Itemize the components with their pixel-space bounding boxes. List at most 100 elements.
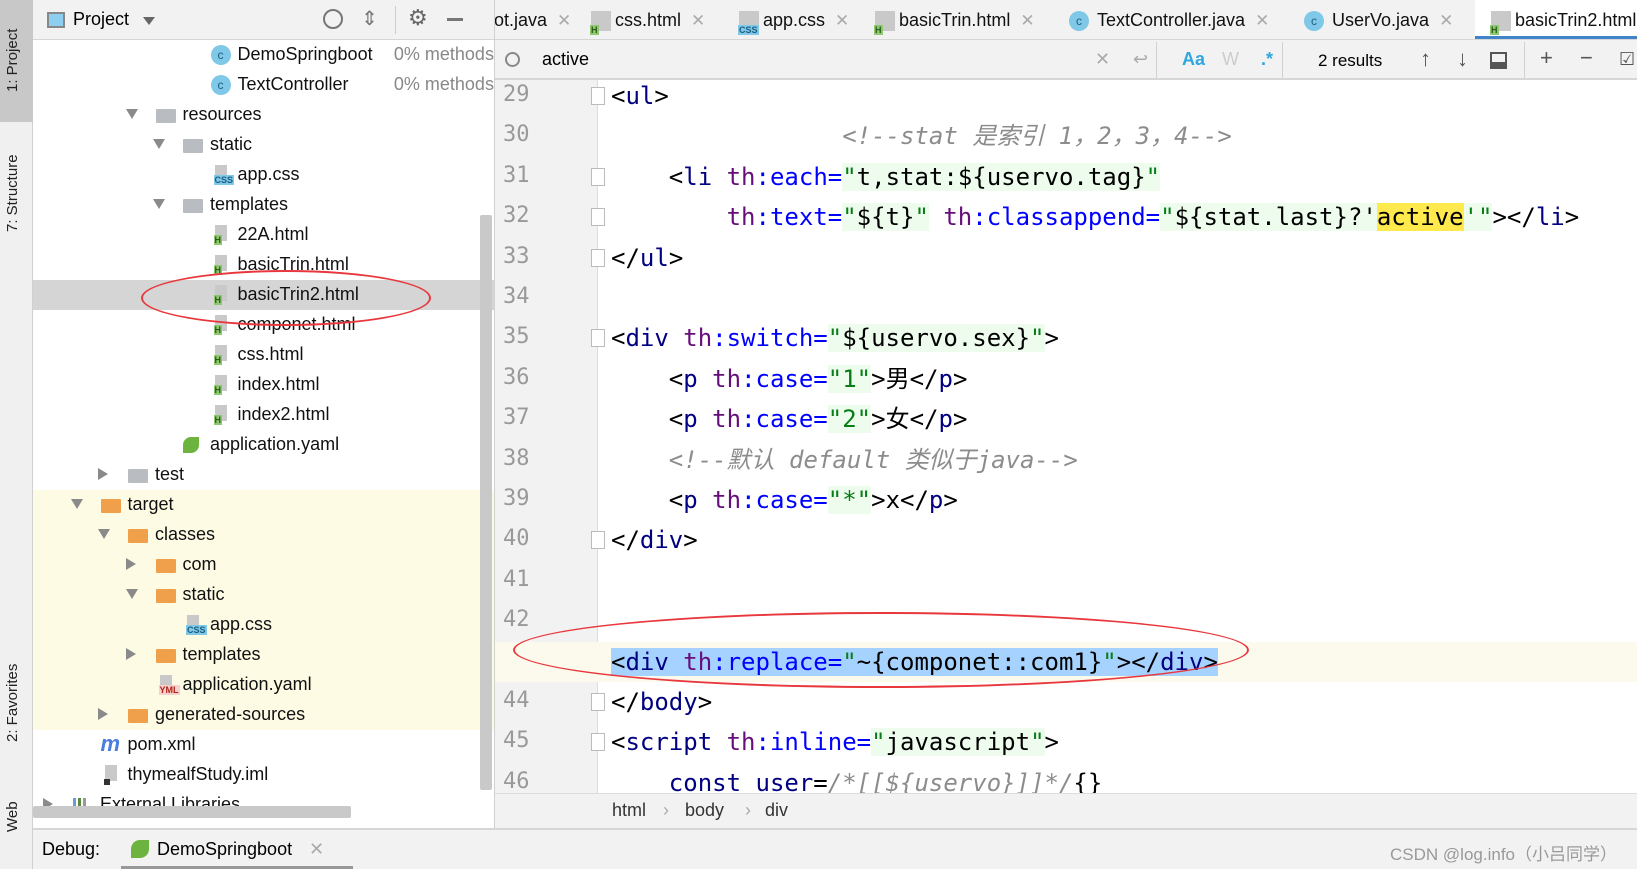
close-icon[interactable]: ✕: [309, 839, 324, 860]
tree-item-com[interactable]: com: [33, 550, 494, 580]
fold-marker-icon[interactable]: [591, 167, 605, 186]
tab-app-css[interactable]: CSS app.css ✕: [723, 0, 861, 39]
code-line[interactable]: const user=/*[[${uservo}]]*/{}: [611, 763, 1103, 793]
tree-item-app-css[interactable]: CSS app.css: [33, 610, 494, 640]
code-line[interactable]: </div>: [611, 520, 698, 560]
expanded-arrow-icon[interactable]: [153, 199, 165, 209]
regex-toggle[interactable]: .*: [1261, 49, 1273, 70]
code-line[interactable]: <!--stat 是索引 1，2，3，4-->: [611, 116, 1232, 156]
hide-icon[interactable]: [447, 18, 463, 21]
remove-occurrence-icon[interactable]: −: [1580, 45, 1593, 71]
select-all-occurrences-icon[interactable]: [1490, 52, 1507, 69]
match-case-toggle[interactable]: Aa: [1182, 49, 1205, 70]
previous-occurrence-icon[interactable]: ↑: [1420, 46, 1431, 72]
code-line[interactable]: <p th:case="2">女</p>: [611, 399, 967, 439]
search-icon[interactable]: [505, 52, 520, 67]
tab-css-html[interactable]: Hcss.html ✕: [575, 0, 717, 39]
expanded-arrow-icon[interactable]: [98, 529, 110, 539]
breadcrumb-separator: ›: [745, 800, 751, 820]
code-editor[interactable]: 293031323334353637383940414243444546 <ul…: [495, 80, 1637, 793]
breadcrumb-html[interactable]: html: [612, 800, 646, 821]
tree-item-css-html[interactable]: Hcss.html: [33, 340, 494, 370]
fold-marker-icon[interactable]: [591, 531, 605, 550]
locate-icon[interactable]: [323, 9, 343, 29]
horizontal-scrollbar[interactable]: [33, 806, 351, 818]
tree-item-label: test: [155, 464, 185, 484]
collapsed-arrow-icon[interactable]: [125, 558, 136, 570]
fold-marker-icon[interactable]: [591, 87, 605, 105]
tab-textcontroller-java[interactable]: c TextController.java ✕: [1057, 0, 1281, 39]
breadcrumb-body[interactable]: body: [685, 800, 724, 821]
close-tab-icon[interactable]: ✕: [691, 11, 705, 30]
tree-item-resources[interactable]: resources: [33, 100, 494, 130]
tree-item-application-yaml[interactable]: YML application.yaml: [33, 670, 494, 700]
collapsed-arrow-icon[interactable]: [98, 468, 108, 480]
debug-session-tab[interactable]: DemoSpringboot ✕: [121, 830, 353, 869]
tab-uservo-java[interactable]: c UserVo.java ✕: [1292, 0, 1465, 39]
fold-marker-icon[interactable]: [591, 329, 605, 348]
tab-basictrin2-html[interactable]: HbasicTrin2.html: [1475, 0, 1637, 39]
expanded-arrow-icon[interactable]: [70, 499, 83, 509]
new-line-icon[interactable]: ↩: [1133, 49, 1148, 70]
gear-icon[interactable]: ⚙: [408, 5, 428, 31]
tree-item-demospringboot[interactable]: c DemoSpringboot 0% methods,: [33, 40, 494, 70]
project-tool-button[interactable]: 1: Project: [4, 29, 21, 92]
tree-item-app-css[interactable]: CSS app.css: [33, 160, 494, 190]
fold-marker-icon[interactable]: [591, 208, 605, 227]
tree-item-templates[interactable]: templates: [33, 640, 494, 670]
chevron-down-icon[interactable]: [143, 17, 155, 25]
toggle-occurrence-icon[interactable]: ☑: [1619, 49, 1635, 70]
tree-item-thymealfstudy-iml[interactable]: thymealfStudy.iml: [33, 760, 494, 790]
add-occurrence-icon[interactable]: +: [1540, 45, 1553, 71]
tree-item-target[interactable]: target: [33, 490, 494, 520]
tree-item-22a-html[interactable]: H 22A.html: [33, 220, 494, 250]
collapsed-arrow-icon[interactable]: [98, 708, 108, 720]
tree-item-index2-html[interactable]: Hindex2.html: [33, 400, 494, 430]
code-line[interactable]: </ul>: [611, 238, 683, 278]
favorites-tool-button[interactable]: 2: Favorites: [4, 664, 21, 742]
close-tab-icon[interactable]: ✕: [1439, 11, 1453, 30]
expanded-arrow-icon[interactable]: [125, 109, 138, 119]
close-tab-icon[interactable]: ✕: [835, 11, 849, 30]
words-toggle[interactable]: W: [1222, 49, 1239, 70]
code-line[interactable]: th:text="${t}" th:classappend="${stat.la…: [611, 197, 1579, 237]
code-line[interactable]: <p th:case="1">男</p>: [611, 359, 967, 399]
clear-search-icon[interactable]: ✕: [1095, 49, 1110, 70]
code-line[interactable]: <!--默认 default 类似于java-->: [611, 440, 1078, 480]
project-view-selector[interactable]: Project: [73, 9, 129, 30]
tree-item-generated-sources[interactable]: generated-sources: [33, 700, 494, 730]
tab-basictrin-html[interactable]: HbasicTrin.html ✕: [859, 0, 1047, 39]
code-line[interactable]: </body>: [611, 682, 712, 722]
code-line[interactable]: <script th:inline="javascript">: [611, 722, 1059, 762]
tree-item-classes[interactable]: classes: [33, 520, 494, 550]
tree-item-static[interactable]: static: [33, 580, 494, 610]
tree-item-test[interactable]: test: [33, 460, 494, 490]
tree-item-static[interactable]: static: [33, 130, 494, 160]
structure-tool-button[interactable]: 7: Structure: [4, 154, 21, 232]
code-line[interactable]: <ul>: [611, 80, 669, 116]
close-tab-icon[interactable]: ✕: [1255, 11, 1269, 30]
tree-item-templates[interactable]: templates: [33, 190, 494, 220]
fold-marker-icon[interactable]: [591, 248, 605, 267]
tree-item-pom-xml[interactable]: m pom.xml: [33, 730, 494, 760]
fold-marker-icon[interactable]: [591, 693, 605, 711]
collapsed-arrow-icon[interactable]: [125, 648, 136, 660]
close-tab-icon[interactable]: ✕: [1020, 11, 1034, 30]
code-line[interactable]: <div th:switch="${uservo.sex}">: [611, 318, 1059, 358]
search-input[interactable]: active: [542, 49, 589, 70]
tree-item-application-yaml[interactable]: application.yaml: [33, 430, 494, 460]
close-tab-icon[interactable]: ✕: [557, 11, 571, 30]
next-occurrence-icon[interactable]: ↓: [1457, 46, 1468, 72]
tree-item-textcontroller[interactable]: c TextController 0% methods, 0%: [33, 70, 494, 100]
tree-item-index-html[interactable]: Hindex.html: [33, 370, 494, 400]
vertical-scrollbar[interactable]: [480, 215, 492, 790]
expanded-arrow-icon[interactable]: [125, 589, 138, 599]
tab-ot-java[interactable]: ot.java ✕: [495, 0, 583, 39]
breadcrumb-div[interactable]: div: [765, 800, 788, 821]
code-line[interactable]: <li th:each="t,stat:${uservo.tag}": [611, 157, 1161, 197]
collapse-all-icon[interactable]: ⇕: [361, 6, 378, 31]
web-tool-button[interactable]: Web: [4, 801, 21, 832]
fold-marker-icon[interactable]: [591, 733, 605, 752]
code-line[interactable]: <p th:case="*">x</p>: [611, 480, 958, 520]
expanded-arrow-icon[interactable]: [153, 139, 165, 149]
